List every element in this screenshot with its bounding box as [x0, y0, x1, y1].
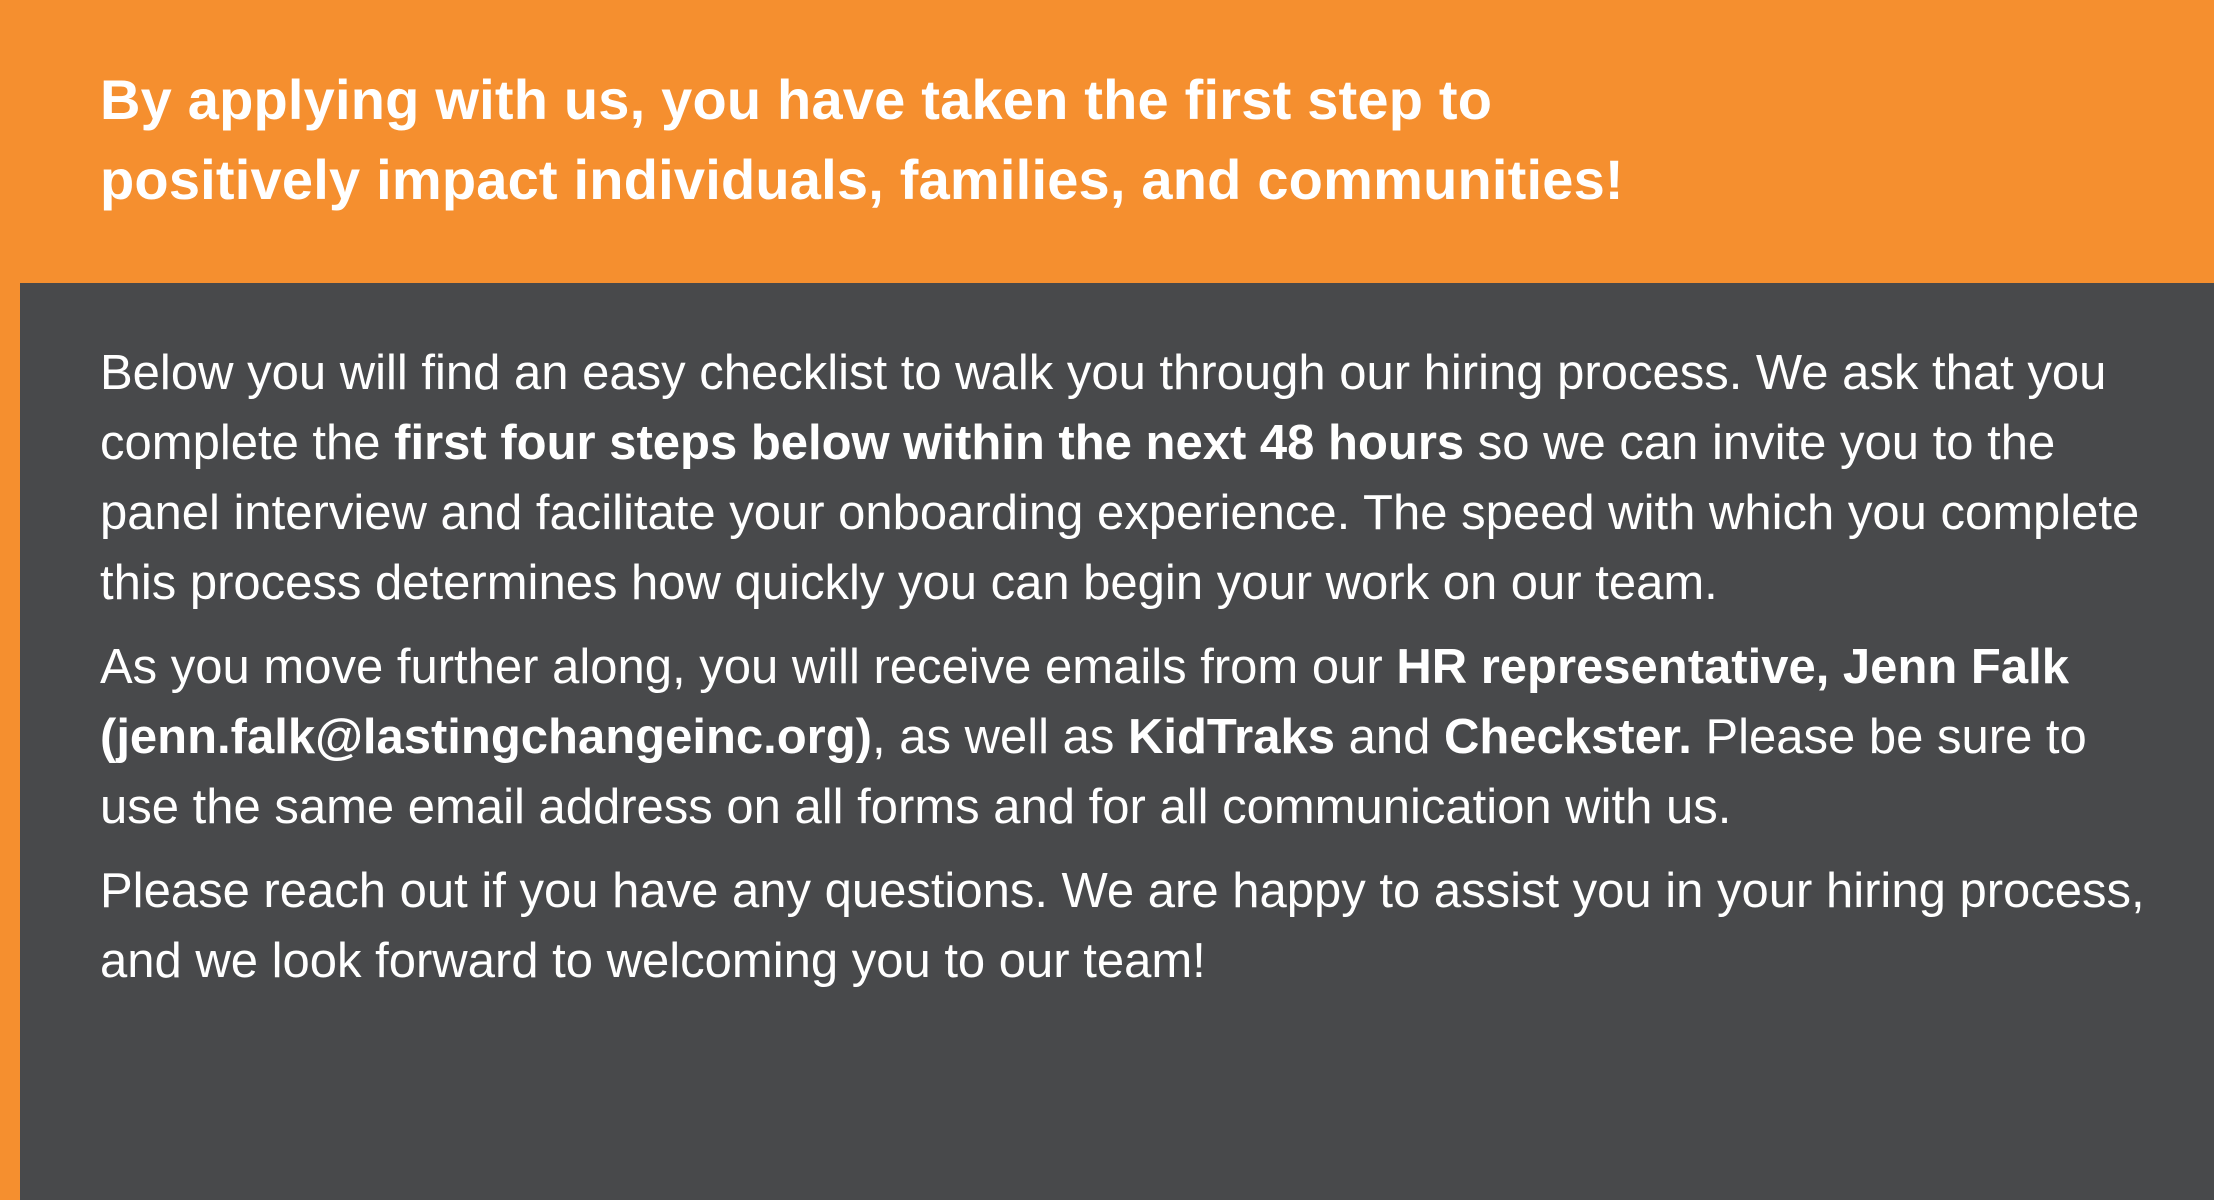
- intro-paragraph: Below you will find an easy checklist to…: [100, 338, 2160, 618]
- headline-line-1: By applying with us, you have taken the …: [100, 68, 1493, 131]
- contacts-text-c: and: [1334, 710, 1444, 764]
- body-text: Below you will find an easy checklist to…: [100, 338, 2160, 1010]
- deadline-emphasis: first four steps below within the next 4…: [394, 416, 1465, 470]
- headline-line-2: positively impact individuals, families,…: [100, 148, 1624, 211]
- headline: By applying with us, you have taken the …: [100, 60, 2000, 220]
- content-panel: Below you will find an easy checklist to…: [20, 283, 2214, 1200]
- contacts-paragraph: As you move further along, you will rece…: [100, 632, 2160, 842]
- checkster-name: Checkster.: [1443, 710, 1692, 764]
- contacts-text-b: , as well as: [872, 710, 1128, 764]
- kidtraks-name: KidTraks: [1127, 710, 1335, 764]
- closing-paragraph: Please reach out if you have any questio…: [100, 864, 2145, 988]
- contacts-text-a: As you move further along, you will rece…: [100, 640, 1397, 694]
- header-banner: By applying with us, you have taken the …: [0, 0, 2214, 283]
